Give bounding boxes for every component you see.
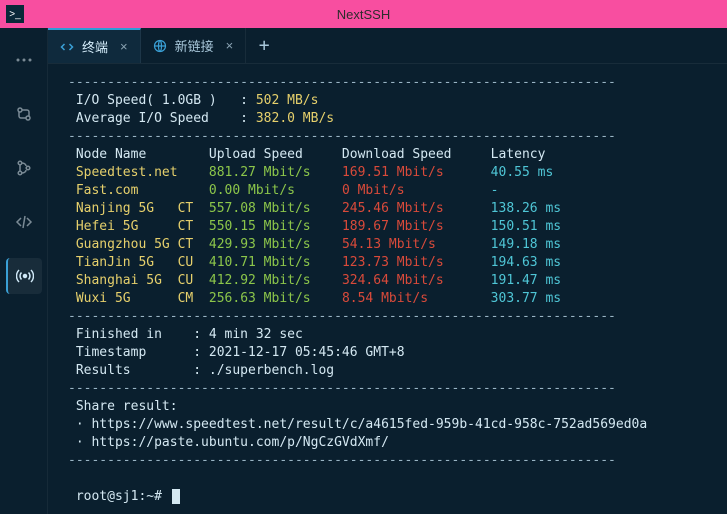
- share-header: Share result:: [68, 399, 178, 414]
- node-cell: Speedtest.net: [68, 165, 209, 180]
- title-bar: >_ NextSSH: [0, 0, 727, 28]
- code-icon: [60, 40, 74, 54]
- close-icon[interactable]: ×: [120, 39, 128, 54]
- io-speed-label: I/O Speed( 1.0GB ) :: [68, 93, 256, 108]
- tab-label: 终端: [82, 37, 108, 56]
- upload-cell: 0.00 Mbit/s: [209, 183, 342, 198]
- latency-cell: 40.55 ms: [491, 165, 554, 180]
- upload-cell: 256.63 Mbit/s: [209, 291, 342, 306]
- node-cell: Guangzhou 5G CT: [68, 237, 209, 252]
- latency-cell: -: [491, 183, 499, 198]
- connection-icon[interactable]: [6, 96, 42, 132]
- branch-icon[interactable]: [6, 150, 42, 186]
- io-speed-value: 502 MB/s: [256, 93, 319, 108]
- upload-cell: 881.27 Mbit/s: [209, 165, 342, 180]
- tab-new-connection[interactable]: 新链接 ×: [141, 28, 247, 63]
- download-cell: 324.64 Mbit/s: [342, 273, 491, 288]
- menu-icon[interactable]: [6, 42, 42, 78]
- content-area: 终端 × 新链接 × + ---------------------------…: [48, 28, 727, 514]
- close-icon[interactable]: ×: [226, 38, 234, 53]
- table-header: Node Name Upload Speed Download Speed La…: [68, 147, 545, 162]
- app-icon: >_: [6, 5, 24, 23]
- latency-cell: 194.63 ms: [491, 255, 561, 270]
- terminal-output[interactable]: ----------------------------------------…: [48, 64, 727, 514]
- latency-cell: 149.18 ms: [491, 237, 561, 252]
- download-cell: 8.54 Mbit/s: [342, 291, 491, 306]
- node-cell: Wuxi 5G CM: [68, 291, 209, 306]
- node-cell: Nanjing 5G CT: [68, 201, 209, 216]
- window-title: NextSSH: [337, 7, 390, 22]
- latency-cell: 150.51 ms: [491, 219, 561, 234]
- broadcast-icon[interactable]: [6, 258, 42, 294]
- divider: ----------------------------------------…: [68, 381, 616, 396]
- node-cell: Shanghai 5G CU: [68, 273, 209, 288]
- share-link: · https://www.speedtest.net/result/c/a46…: [68, 417, 647, 432]
- node-cell: Hefei 5G CT: [68, 219, 209, 234]
- upload-cell: 429.93 Mbit/s: [209, 237, 342, 252]
- download-cell: 189.67 Mbit/s: [342, 219, 491, 234]
- avg-speed-label: Average I/O Speed :: [68, 111, 256, 126]
- sidebar: [0, 28, 48, 514]
- node-cell: Fast.com: [68, 183, 209, 198]
- main-container: 终端 × 新链接 × + ---------------------------…: [0, 28, 727, 514]
- upload-cell: 550.15 Mbit/s: [209, 219, 342, 234]
- tab-label: 新链接: [175, 36, 214, 55]
- tab-bar: 终端 × 新链接 × +: [48, 28, 727, 64]
- timestamp-line: Timestamp : 2021-12-17 05:45:46 GMT+8: [68, 345, 405, 360]
- divider: ----------------------------------------…: [68, 75, 616, 90]
- download-cell: 245.46 Mbit/s: [342, 201, 491, 216]
- latency-cell: 191.47 ms: [491, 273, 561, 288]
- share-link: · https://paste.ubuntu.com/p/NgCzGVdXmf/: [68, 435, 389, 450]
- upload-cell: 412.92 Mbit/s: [209, 273, 342, 288]
- upload-cell: 410.71 Mbit/s: [209, 255, 342, 270]
- download-cell: 0 Mbit/s: [342, 183, 491, 198]
- tab-terminal[interactable]: 终端 ×: [48, 28, 141, 63]
- cursor: [172, 489, 180, 504]
- divider: ----------------------------------------…: [68, 309, 616, 324]
- divider: ----------------------------------------…: [68, 129, 616, 144]
- node-cell: TianJin 5G CU: [68, 255, 209, 270]
- download-cell: 123.73 Mbit/s: [342, 255, 491, 270]
- latency-cell: 303.77 ms: [491, 291, 561, 306]
- download-cell: 54.13 Mbit/s: [342, 237, 491, 252]
- code-icon[interactable]: [6, 204, 42, 240]
- finished-line: Finished in : 4 min 32 sec: [68, 327, 303, 342]
- upload-cell: 557.08 Mbit/s: [209, 201, 342, 216]
- prompt: root@sj1:~#: [68, 489, 170, 504]
- globe-icon: [153, 39, 167, 53]
- add-tab-button[interactable]: +: [246, 28, 282, 63]
- avg-speed-value: 382.0 MB/s: [256, 111, 334, 126]
- latency-cell: 138.26 ms: [491, 201, 561, 216]
- download-cell: 169.51 Mbit/s: [342, 165, 491, 180]
- results-line: Results : ./superbench.log: [68, 363, 334, 378]
- divider: ----------------------------------------…: [68, 453, 616, 468]
